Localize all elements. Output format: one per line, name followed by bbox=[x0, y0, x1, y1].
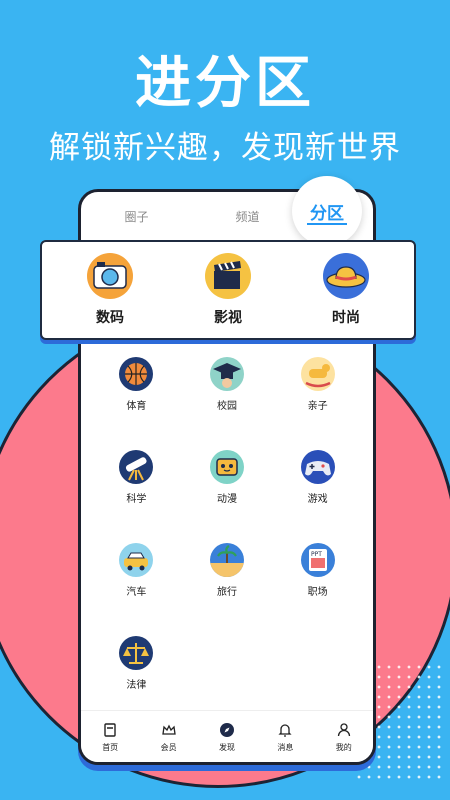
category-parenting[interactable]: 亲子 bbox=[272, 357, 363, 412]
nav-label: 会员 bbox=[160, 742, 177, 752]
category-travel[interactable]: 旅行 bbox=[182, 543, 273, 598]
category-label: 动漫 bbox=[216, 494, 237, 505]
nav-home[interactable]: 首页 bbox=[101, 721, 119, 753]
rocking-horse-icon bbox=[300, 357, 335, 391]
camera-icon bbox=[87, 253, 133, 299]
home-doc-icon bbox=[101, 721, 119, 739]
category-label: 体育 bbox=[126, 401, 147, 412]
category-label: 旅行 bbox=[216, 587, 237, 598]
beach-icon bbox=[209, 543, 244, 577]
nav-profile[interactable]: 我的 bbox=[335, 721, 353, 753]
basketball-icon bbox=[119, 357, 154, 391]
nav-discover[interactable]: 发现 bbox=[218, 721, 236, 753]
category-label: 科学 bbox=[126, 494, 147, 505]
tab-channels[interactable]: 频道 bbox=[229, 204, 265, 229]
svg-text:PPT: PPT bbox=[311, 551, 322, 558]
scales-icon bbox=[119, 636, 154, 670]
category-campus[interactable]: 校园 bbox=[182, 357, 273, 412]
featured-label: 数码 bbox=[96, 310, 124, 326]
nav-messages[interactable]: 消息 bbox=[276, 721, 294, 753]
featured-categories-card: 数码 影视 时尚 bbox=[40, 240, 416, 340]
compass-icon bbox=[218, 721, 236, 739]
tab-sections-active[interactable]: 分区 bbox=[292, 176, 362, 246]
category-label: 职场 bbox=[307, 587, 328, 598]
car-icon bbox=[119, 543, 154, 577]
bottom-nav: 首页 会员 发现 消息 我的 bbox=[81, 710, 373, 762]
hero-subtitle: 解锁新兴趣，发现新世界 bbox=[49, 130, 401, 166]
category-label: 校园 bbox=[216, 401, 237, 412]
gamepad-icon bbox=[300, 450, 335, 484]
hero-title: 进分区 bbox=[135, 51, 315, 116]
category-label: 汽车 bbox=[126, 587, 147, 598]
category-grid: 体育 校园 亲子 科学 动漫 游戏 汽车 旅行 PPT 职场 法律 bbox=[81, 357, 373, 691]
nav-label: 首页 bbox=[102, 742, 119, 752]
category-sports[interactable]: 体育 bbox=[91, 357, 182, 412]
nav-label: 我的 bbox=[335, 742, 352, 752]
category-science[interactable]: 科学 bbox=[91, 450, 182, 505]
featured-label: 影视 bbox=[214, 310, 242, 326]
category-law[interactable]: 法律 bbox=[91, 636, 182, 691]
category-games[interactable]: 游戏 bbox=[272, 450, 363, 505]
telescope-icon bbox=[119, 450, 154, 484]
user-icon bbox=[335, 721, 353, 739]
sunhat-icon bbox=[323, 253, 369, 299]
featured-fashion[interactable]: 时尚 bbox=[306, 253, 386, 327]
featured-film[interactable]: 影视 bbox=[188, 253, 268, 327]
category-cars[interactable]: 汽车 bbox=[91, 543, 182, 598]
ppt-icon: PPT bbox=[300, 543, 335, 577]
clapperboard-icon bbox=[205, 253, 251, 299]
featured-digital[interactable]: 数码 bbox=[70, 253, 150, 327]
category-anime[interactable]: 动漫 bbox=[182, 450, 273, 505]
featured-label: 时尚 bbox=[332, 310, 360, 326]
crown-icon bbox=[160, 721, 178, 739]
tab-circles[interactable]: 圈子 bbox=[118, 204, 154, 229]
graduation-cap-icon bbox=[209, 357, 244, 391]
nav-label: 发现 bbox=[218, 742, 235, 752]
bell-icon bbox=[276, 721, 294, 739]
category-label: 亲子 bbox=[307, 401, 328, 412]
category-label: 游戏 bbox=[307, 494, 328, 505]
nav-label: 消息 bbox=[277, 742, 294, 752]
nav-member[interactable]: 会员 bbox=[160, 721, 178, 753]
category-label: 法律 bbox=[126, 680, 147, 691]
category-workplace[interactable]: PPT 职场 bbox=[272, 543, 363, 598]
anime-tv-icon bbox=[209, 450, 244, 484]
